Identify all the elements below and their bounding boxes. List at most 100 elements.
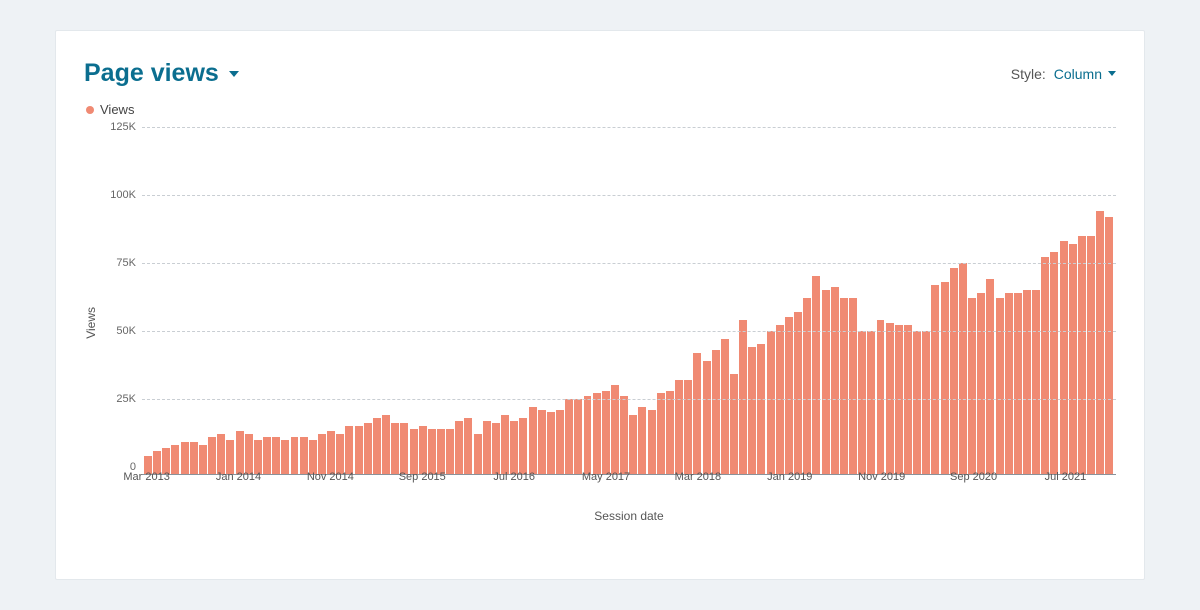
bar[interactable] [657,393,665,475]
bar[interactable] [226,440,234,475]
bar[interactable] [565,399,573,475]
bar[interactable] [703,361,711,475]
bar[interactable] [501,415,509,475]
bar[interactable] [455,421,463,475]
bar[interactable] [941,282,949,475]
bar[interactable] [318,434,326,475]
bar[interactable] [510,421,518,475]
bar[interactable] [831,287,839,475]
bar[interactable] [638,407,646,475]
bar[interactable] [757,344,765,475]
bar[interactable] [281,440,289,475]
bar[interactable] [483,421,491,475]
bar[interactable] [336,434,344,475]
bar[interactable] [602,391,610,475]
bar[interactable] [309,440,317,475]
bar[interactable] [291,437,299,475]
bar[interactable] [1005,293,1013,475]
bar[interactable] [364,423,372,475]
bar[interactable] [1096,211,1104,475]
bar[interactable] [684,380,692,475]
bar[interactable] [648,410,656,475]
bar[interactable] [464,418,472,475]
bar[interactable] [629,415,637,475]
bar[interactable] [712,350,720,475]
bar[interactable] [877,320,885,475]
bar[interactable] [529,407,537,475]
bar[interactable] [931,285,939,475]
bar[interactable] [822,290,830,475]
bar[interactable] [245,434,253,475]
bar[interactable] [382,415,390,475]
bar[interactable] [721,339,729,475]
bar[interactable] [272,437,280,475]
bar[interactable] [748,347,756,475]
bar[interactable] [767,331,775,475]
bar[interactable] [1069,244,1077,475]
bar[interactable] [391,423,399,475]
bar[interactable] [730,374,738,475]
bar[interactable] [373,418,381,475]
bar[interactable] [1032,290,1040,475]
bar[interactable] [474,434,482,475]
bar[interactable] [849,298,857,475]
bar[interactable] [1078,236,1086,475]
bar[interactable] [693,353,701,475]
bar[interactable] [254,440,262,475]
bar[interactable] [236,431,244,475]
bar[interactable] [400,423,408,475]
bar[interactable] [1087,236,1095,475]
bar[interactable] [895,325,903,475]
bar[interactable] [968,298,976,475]
bar[interactable] [574,399,582,475]
bar[interactable] [840,298,848,475]
bar[interactable] [867,331,875,475]
bar[interactable] [327,431,335,475]
bar[interactable] [812,276,820,475]
bar[interactable] [794,312,802,475]
bar[interactable] [739,320,747,475]
bar[interactable] [437,429,445,475]
bar[interactable] [355,426,363,475]
bar[interactable] [620,396,628,475]
bar[interactable] [1050,252,1058,475]
bar[interactable] [446,429,454,475]
bar[interactable] [300,437,308,475]
bar[interactable] [263,437,271,475]
style-dropdown[interactable]: Column [1054,66,1116,82]
bar[interactable] [996,298,1004,475]
bar[interactable] [345,426,353,475]
bar[interactable] [785,317,793,475]
bar[interactable] [977,293,985,475]
bar[interactable] [208,437,216,475]
bar[interactable] [556,410,564,475]
bar[interactable] [410,429,418,475]
bar[interactable] [1041,257,1049,475]
bar[interactable] [858,331,866,475]
bar[interactable] [904,325,912,475]
bar[interactable] [217,434,225,475]
bar[interactable] [1060,241,1068,475]
bar[interactable] [1105,217,1113,475]
bar[interactable] [675,380,683,475]
bar[interactable] [584,396,592,475]
bar[interactable] [492,423,500,475]
bar[interactable] [913,331,921,475]
bar[interactable] [776,325,784,475]
plot-area[interactable]: Mar 2013Jan 2014Nov 2014Sep 2015Jul 2016… [142,127,1116,475]
bar[interactable] [519,418,527,475]
bar[interactable] [547,412,555,475]
bar[interactable] [419,426,427,475]
bar[interactable] [803,298,811,475]
bar[interactable] [950,268,958,475]
bar[interactable] [959,263,967,475]
metric-dropdown[interactable]: Page views [84,59,239,88]
bar[interactable] [538,410,546,475]
bar[interactable] [1014,293,1022,475]
bar[interactable] [1023,290,1031,475]
bar[interactable] [428,429,436,475]
bar[interactable] [922,331,930,475]
bar[interactable] [666,391,674,475]
bar[interactable] [986,279,994,475]
bar[interactable] [593,393,601,475]
